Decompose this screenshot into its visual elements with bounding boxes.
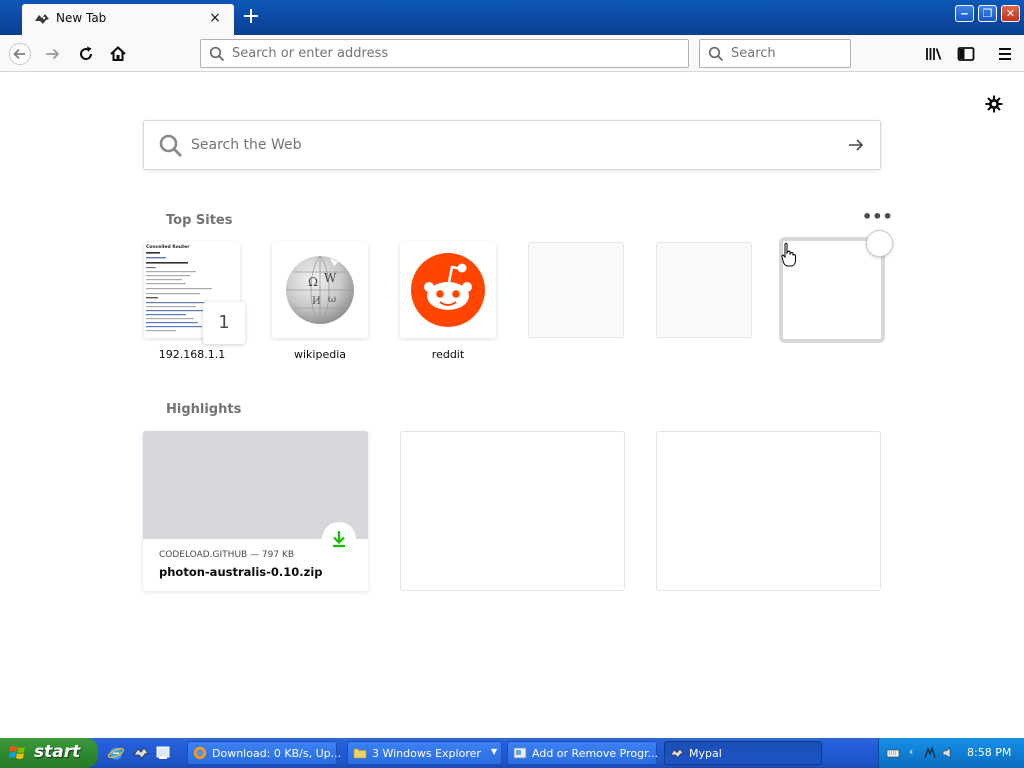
group-dropdown-icon: ▼ [491, 747, 498, 756]
keyboard-icon[interactable] [886, 746, 900, 760]
thumb-heading: Conceiled Router [146, 244, 190, 250]
firefox-icon [193, 746, 207, 760]
mypal-icon [35, 14, 49, 24]
highlight-card-download[interactable]: CODELOAD.GITHUB — 797 KB photon-australi… [143, 431, 368, 591]
top-sites-heading: Top Sites [166, 213, 233, 228]
download-icon [333, 531, 345, 548]
hand-cursor-icon [781, 242, 796, 267]
forward-arrow-icon[interactable] [42, 43, 64, 65]
control-panel-icon [513, 747, 527, 759]
minimize-button[interactable]: ‒ [955, 5, 974, 22]
show-desktop-icon[interactable] [155, 745, 171, 761]
taskbar-item-add-remove[interactable]: Add or Remove Progr... [507, 741, 659, 765]
volume-icon[interactable] [941, 746, 955, 760]
tile-menu-button[interactable] [866, 230, 893, 257]
taskbar: start Download: 0 KB/s, Up... 3 Windows … [0, 738, 1024, 768]
top-site-label: reddit [431, 348, 465, 361]
reddit-icon [411, 253, 485, 327]
network-icon[interactable] [923, 746, 937, 760]
mypal-icon [670, 748, 684, 759]
search-icon [708, 46, 724, 62]
taskbar-item-label: Mypal [689, 747, 722, 760]
tab-new-tab[interactable]: New Tab × [22, 4, 234, 35]
highlight-host: CODELOAD.GITHUB — 797 KB [159, 550, 295, 560]
svg-text:ω: ω [328, 294, 336, 305]
top-site-tile-empty[interactable] [656, 242, 752, 338]
url-bar-placeholder: Search or enter address [232, 46, 389, 61]
start-label: start [34, 742, 81, 762]
new-tab-plus-icon[interactable] [241, 6, 261, 26]
search-bar-placeholder: Search [731, 46, 776, 61]
svg-text:Ω: Ω [308, 275, 318, 289]
reload-icon[interactable] [75, 43, 97, 65]
url-bar[interactable]: Search or enter address [200, 39, 689, 68]
more-options-icon[interactable]: ••• [862, 209, 893, 226]
new-tab-page: Search the Web Top Sites ••• Conceiled R… [0, 72, 1024, 738]
tab-close-icon[interactable]: × [207, 10, 223, 26]
taskbar-item-explorer[interactable]: 3 Windows Explorer ▼ [347, 741, 502, 765]
top-site-tile-wikipedia[interactable]: Ω W И ω [272, 242, 368, 338]
taskbar-item-label: Add or Remove Progr... [532, 747, 659, 760]
windows-logo-icon [9, 746, 25, 759]
svg-text:W: W [324, 271, 337, 285]
highlight-card-empty [400, 431, 625, 591]
top-site-label: 192.168.1.1 [158, 348, 226, 361]
tab-title: New Tab [56, 11, 107, 25]
tray-expand-icon[interactable]: ‹ [909, 745, 913, 758]
web-search-box[interactable]: Search the Web [143, 120, 881, 170]
top-site-label: wikipedia [293, 348, 346, 361]
back-arrow-icon[interactable] [9, 43, 31, 65]
taskbar-item-label: 3 Windows Explorer [372, 747, 481, 760]
clock: 8:58 PM [967, 746, 1012, 759]
hamburger-menu-icon[interactable] [994, 43, 1016, 65]
internet-explorer-icon[interactable] [108, 745, 124, 761]
taskbar-item-mypal[interactable]: Mypal [664, 741, 822, 765]
search-icon [159, 134, 183, 158]
top-site-tile-reddit[interactable] [400, 242, 496, 338]
highlights-heading: Highlights [166, 402, 242, 417]
web-search-placeholder: Search the Web [191, 137, 302, 153]
gear-icon[interactable] [985, 95, 1003, 113]
search-bar[interactable]: Search [699, 39, 851, 68]
highlight-card-empty [656, 431, 881, 591]
pinned-number-badge: 1 [203, 302, 245, 344]
wikipedia-globe-icon: Ω W И ω [286, 255, 354, 325]
close-window-button[interactable]: ✕ [1001, 5, 1020, 22]
sidebar-icon[interactable] [955, 43, 977, 65]
library-icon[interactable] [923, 43, 945, 65]
highlight-filename: photon-australis-0.10.zip [159, 565, 323, 579]
search-icon [209, 46, 225, 62]
start-button[interactable]: start [0, 738, 98, 768]
arrow-right-icon[interactable] [846, 135, 866, 155]
title-bar: New Tab × ‒ ❐ ✕ [0, 0, 1024, 35]
svg-text:И: И [312, 296, 321, 307]
taskbar-item-download[interactable]: Download: 0 KB/s, Up... [187, 741, 341, 765]
system-tray: ‹ 8:58 PM [878, 738, 1024, 768]
folder-icon [353, 748, 367, 759]
taskbar-item-label: Download: 0 KB/s, Up... [212, 747, 342, 760]
download-badge [322, 522, 356, 556]
restore-button[interactable]: ❐ [978, 5, 997, 22]
home-icon[interactable] [107, 43, 129, 65]
top-site-tile-empty[interactable] [528, 242, 624, 338]
mypal-icon[interactable] [133, 745, 149, 761]
nav-toolbar: Search or enter address Search [0, 35, 1024, 72]
